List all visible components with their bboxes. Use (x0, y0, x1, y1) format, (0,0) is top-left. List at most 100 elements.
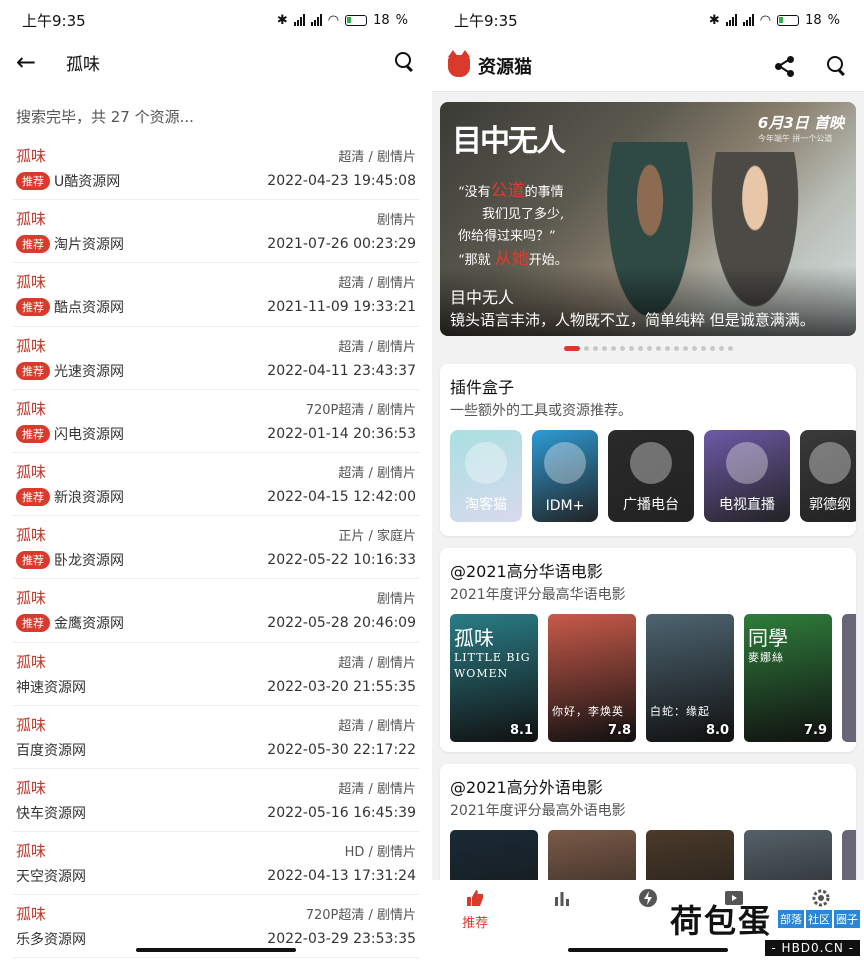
movie-poster[interactable]: 同學 麥娜絲 7.9 (744, 614, 832, 742)
result-row[interactable]: 孤味 超清 / 剧情片 推荐 U酷资源网 2022-04-23 19:45:08 (12, 137, 420, 201)
battery-icon (777, 14, 800, 26)
result-quality-genre: 正片 / 家庭片 (338, 529, 416, 545)
carousel-dot[interactable] (646, 346, 652, 351)
result-title: 孤味 (16, 147, 47, 165)
carousel-dot[interactable] (637, 346, 643, 351)
result-title: 孤味 (16, 399, 47, 418)
source-name: 天空资源网 (16, 869, 86, 886)
plugin-icon (465, 442, 507, 484)
site-watermark: 荷包蛋 部落 社区 圈子 - HBD0.CN - (670, 896, 860, 956)
carousel-dot[interactable] (673, 346, 679, 351)
plugin-tile[interactable]: IDM+ (532, 430, 598, 522)
poster-title: 孤味 (454, 626, 494, 650)
back-arrow-icon[interactable]: ← (16, 48, 50, 76)
movie-poster[interactable]: 你好，李焕英 7.8 (548, 614, 636, 742)
watermark-brand: 荷包蛋 (669, 902, 772, 940)
result-source: 推荐 U酷资源网 (16, 171, 120, 191)
result-quality-genre: 超清 / 剧情片 (338, 655, 416, 671)
carousel-dot[interactable] (563, 346, 580, 351)
source-name: 新浪资源网 (54, 489, 124, 506)
result-date: 2022-05-28 20:46:09 (267, 615, 416, 632)
carousel-dot[interactable] (601, 346, 607, 351)
result-row[interactable]: 孤味 HD / 剧情片 天空资源网 2022-04-13 17:31:24 (12, 832, 420, 896)
source-name: U酷资源网 (54, 174, 121, 190)
result-row[interactable]: 孤味 720P超清 / 剧情片 推荐 闪电资源网 2022-01-14 20:36:53 (12, 390, 420, 453)
carousel-dot[interactable] (619, 346, 625, 351)
watermark-tags: 部落 社区 圈子 (778, 910, 860, 928)
movie-poster[interactable]: 白蛇：缘起 8.0 (646, 614, 734, 742)
result-line-top: 孤味 720P超清 / 剧情片 (16, 398, 416, 419)
watermark-url: - HBD0.CN - (765, 940, 860, 956)
plugin-label: IDM+ (545, 498, 585, 514)
carousel-dot[interactable] (628, 346, 634, 351)
result-date: 2022-04-11 23:43:37 (267, 362, 416, 379)
result-row[interactable]: 孤味 剧情片 推荐 淘片资源网 2021-07-26 00:23:29 (12, 200, 420, 264)
section-subtitle: 2021年度评分最高外语电影 (450, 803, 626, 819)
result-line-bottom: 天空资源网 2022-04-13 17:31:24 (16, 866, 416, 886)
result-row[interactable]: 孤味 超清 / 剧情片 推荐 光速资源网 2022-04-11 23:43:37 (12, 327, 420, 390)
result-source: 推荐 酷点资源网 (16, 297, 124, 317)
carousel-dot[interactable] (709, 346, 715, 351)
search-query-title: 孤味 (66, 54, 100, 75)
quote-part: 的事情 (524, 185, 564, 200)
featured-banner[interactable]: 目中无人 6月3日 首映 今年端午 拼一个公道 “没有公道的事情 我们见了多少,… (440, 102, 856, 336)
plugin-box-card: 插件盒子 一些额外的工具或资源推荐。 淘客猫 IDM+ 广播电台 电视直播 郭德纲 (440, 364, 856, 536)
result-row[interactable]: 孤味 超清 / 剧情片 百度资源网 2022-05-30 22:17:22 (12, 706, 420, 769)
result-line-bottom: 推荐 金鹰资源网 2022-05-28 20:46:09 (16, 613, 416, 633)
carousel-dot[interactable] (592, 346, 598, 351)
carousel-dot[interactable] (718, 346, 724, 351)
recommend-badge: 推荐 (16, 424, 50, 443)
tab-recommend[interactable]: 推荐 (432, 888, 518, 960)
result-source: 乐多资源网 (16, 929, 86, 949)
result-source: 推荐 卧龙资源网 (16, 550, 124, 570)
carousel-dot[interactable] (691, 346, 697, 351)
result-line-top: 孤味 超清 / 剧情片 (16, 271, 416, 292)
source-name: 乐多资源网 (16, 932, 86, 949)
result-row[interactable]: 孤味 超清 / 剧情片 推荐 酷点资源网 2021-11-09 19:33:21 (12, 263, 420, 327)
movie-poster[interactable]: 孤味 LITTLE BIG WOMEN 8.1 (450, 614, 538, 742)
result-quality-genre: 超清 / 剧情片 (338, 276, 416, 292)
quote-part: “没有 (458, 185, 491, 200)
result-list: 孤味 超清 / 剧情片 推荐 U酷资源网 2022-04-23 19:45:08 孤味 剧情… (0, 137, 432, 959)
banner-release: 6月3日 首映 今年端午 拼一个公道 (758, 112, 844, 144)
battery-level: 18 (805, 12, 822, 28)
result-line-top: 孤味 超清 / 剧情片 (16, 651, 416, 672)
plugin-tile[interactable]: 淘客猫 (450, 430, 522, 522)
carousel-dot[interactable] (682, 346, 688, 351)
search-icon[interactable] (826, 55, 848, 77)
plugin-icon (544, 442, 586, 484)
carousel-dot[interactable] (583, 346, 589, 351)
plugin-tile[interactable]: 电视直播 (704, 430, 790, 522)
result-row[interactable]: 孤味 正片 / 家庭片 推荐 卧龙资源网 2022-05-22 10:16:33 (12, 516, 420, 580)
result-title: 孤味 (16, 778, 47, 797)
carousel-dot[interactable] (727, 346, 733, 351)
watermark-tag: 部落 (778, 910, 804, 928)
section-subtitle: 2021年度评分最高华语电影 (450, 587, 626, 603)
result-date: 2022-05-16 16:45:39 (267, 804, 416, 821)
section-title[interactable]: @2021高分外语电影 (450, 774, 846, 798)
wifi-icon: ◠ (759, 12, 772, 28)
result-title: 孤味 (16, 273, 47, 292)
section-title[interactable]: @2021高分华语电影 (450, 558, 846, 582)
carousel-dot[interactable] (610, 346, 616, 351)
result-line-bottom: 推荐 新浪资源网 2022-04-15 12:42:00 (16, 487, 416, 507)
movie-poster[interactable] (842, 614, 856, 742)
result-title: 孤味 (16, 589, 47, 608)
result-line-bottom: 乐多资源网 2022-03-29 23:53:35 (16, 929, 416, 949)
carousel-dot[interactable] (655, 346, 661, 351)
plugin-tile[interactable]: 广播电台 (608, 430, 694, 522)
plugin-tile[interactable]: 郭德纲 (800, 430, 856, 522)
watermark-tag: 圈子 (834, 910, 860, 928)
result-row[interactable]: 孤味 剧情片 推荐 金鹰资源网 2022-05-28 20:46:09 (12, 579, 420, 643)
result-row[interactable]: 孤味 超清 / 剧情片 神速资源网 2022-03-20 21:55:35 (12, 643, 420, 706)
search-icon[interactable] (394, 51, 416, 73)
result-date: 2022-03-29 23:53:35 (267, 931, 416, 948)
home-indicator[interactable] (136, 948, 296, 952)
carousel-dot[interactable] (664, 346, 670, 351)
result-row[interactable]: 孤味 超清 / 剧情片 快车资源网 2022-05-16 16:45:39 (12, 769, 420, 833)
carousel-dots[interactable] (432, 346, 864, 352)
result-row[interactable]: 孤味 超清 / 剧情片 推荐 新浪资源网 2022-04-15 12:42:00 (12, 453, 420, 517)
result-title: 孤味 (16, 715, 47, 734)
share-icon[interactable] (774, 55, 796, 77)
carousel-dot[interactable] (700, 346, 706, 351)
